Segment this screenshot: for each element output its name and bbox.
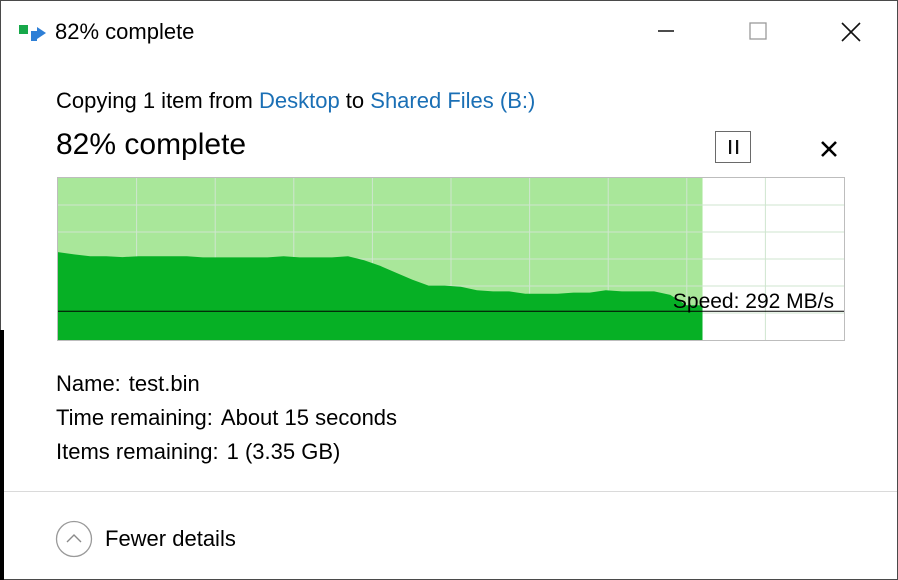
name-value: test.bin xyxy=(128,371,200,396)
items-remaining-value: 1 (3.35 GB) xyxy=(226,439,341,464)
maximize-button[interactable] xyxy=(735,9,781,53)
time-remaining-row: Time remaining: About 15 seconds xyxy=(56,401,397,435)
window-edge xyxy=(0,330,4,580)
progress-heading: 82% complete xyxy=(56,128,247,161)
speed-label: Speed: 292 MB/s xyxy=(672,290,834,313)
speed-graph-canvas xyxy=(58,178,844,340)
copy-transfer-icon xyxy=(19,23,49,45)
copy-details: Name: test.bin Time remaining: About 15 se… xyxy=(56,367,397,469)
close-icon xyxy=(841,22,861,42)
items-remaining-row: Items remaining: 1 (3.35 GB) xyxy=(56,435,397,469)
copy-description: Copying 1 item from Desktop to Shared Fi… xyxy=(56,87,535,115)
minimize-button[interactable] xyxy=(643,9,689,53)
maximize-icon xyxy=(749,22,767,40)
dialog-footer: Fewer details xyxy=(1,491,897,580)
window-title: 82% complete xyxy=(55,19,195,44)
copy-middle: to xyxy=(339,88,371,113)
copy-prefix: Copying 1 item from xyxy=(56,88,259,113)
file-copy-dialog: 82% complete Copying 1 item from Desktop… xyxy=(0,0,898,580)
pause-button[interactable] xyxy=(715,131,751,163)
name-row: Name: test.bin xyxy=(56,367,397,401)
cancel-copy-button[interactable] xyxy=(815,135,843,163)
pause-icon xyxy=(729,140,739,154)
time-remaining-value: About 15 seconds xyxy=(220,405,398,430)
close-window-button[interactable] xyxy=(827,9,873,53)
title-bar[interactable]: 82% complete xyxy=(1,1,897,61)
cancel-icon xyxy=(821,141,837,157)
destination-link[interactable]: Shared Files (B:) xyxy=(370,88,535,113)
minimize-icon xyxy=(658,30,674,32)
name-label: Name: xyxy=(56,371,121,396)
time-remaining-label: Time remaining: xyxy=(56,405,213,430)
source-link[interactable]: Desktop xyxy=(259,88,340,113)
transfer-speed-graph: Speed: 292 MB/s xyxy=(57,177,845,341)
chevron-up-icon xyxy=(55,520,93,558)
fewer-details-label: Fewer details xyxy=(105,526,236,551)
items-remaining-label: Items remaining: xyxy=(56,439,219,464)
